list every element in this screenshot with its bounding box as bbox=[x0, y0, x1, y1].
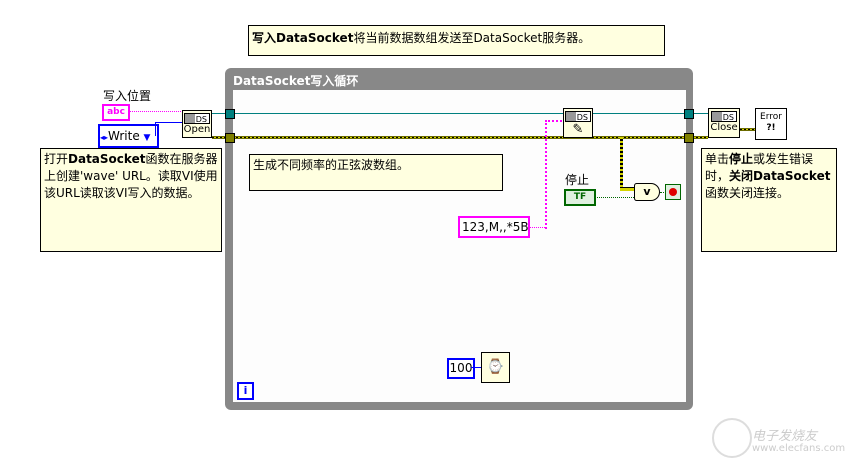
inner-comment: 生成不同频率的正弦波数组。 bbox=[249, 154, 503, 191]
format-string-constant[interactable]: 123,M,,*5B bbox=[458, 216, 530, 238]
ds-icon: DS bbox=[184, 113, 210, 124]
enum-wire bbox=[155, 122, 183, 136]
refnum-wire bbox=[212, 113, 708, 114]
error-handler-node[interactable]: Error?! bbox=[755, 108, 787, 140]
tunnel-refnum-out bbox=[684, 109, 694, 119]
node-label: Open bbox=[183, 124, 211, 135]
wait-ms-constant[interactable]: 100 bbox=[447, 358, 475, 379]
chevron-down-icon: ▼ bbox=[143, 133, 151, 143]
error-branch-wire bbox=[620, 137, 623, 189]
string-wire bbox=[127, 111, 183, 112]
tunnel-error-out bbox=[684, 133, 694, 143]
format-wire bbox=[528, 227, 545, 228]
error-wire bbox=[212, 136, 708, 139]
iteration-terminal: i bbox=[237, 382, 254, 400]
error-icon-symbol: ?! bbox=[766, 123, 776, 133]
comment-text: 将当前数据数组发送至DataSocket服务器。 bbox=[353, 31, 591, 45]
loop-condition-terminal[interactable] bbox=[665, 184, 681, 200]
error-wire-out bbox=[740, 128, 755, 131]
tunnel-refnum-in bbox=[225, 109, 235, 119]
enum-arrows-icon: ◂▸ bbox=[100, 133, 109, 142]
wait-ms-node[interactable]: ⌚ bbox=[481, 352, 510, 383]
comment-bold: 停止 bbox=[729, 152, 754, 166]
mode-enum-constant[interactable]: ◂▸Write ▼ bbox=[98, 124, 159, 148]
clock-icon: ⌚ bbox=[486, 359, 505, 375]
ds-icon: DS bbox=[711, 111, 737, 122]
comment-text: 函数关闭连接。 bbox=[705, 186, 790, 200]
comment-text: 打开 bbox=[44, 152, 69, 166]
format-wire bbox=[545, 120, 565, 229]
datasocket-write-node[interactable]: DS ✎ bbox=[563, 108, 593, 138]
comment-bold: DataSocket bbox=[68, 152, 146, 166]
error-icon: Error bbox=[760, 112, 782, 122]
tunnel-error-in bbox=[225, 133, 235, 143]
string-constant[interactable]: abc bbox=[102, 104, 130, 121]
comment-text: 单击 bbox=[705, 152, 730, 166]
datasocket-close-node[interactable]: DS Close bbox=[708, 108, 740, 138]
bool-wire bbox=[594, 197, 634, 198]
left-comment: 打开DataSocket函数在服务器上创建'wave' URL。读取VI使用该U… bbox=[40, 148, 222, 252]
stop-button-terminal[interactable]: TF bbox=[564, 189, 596, 206]
comment-bold: 写入DataSocket bbox=[252, 31, 354, 45]
top-comment: 写入DataSocket将当前数据数组发送至DataSocket服务器。 bbox=[248, 25, 665, 56]
datasocket-open-node[interactable]: DS Open bbox=[182, 110, 212, 138]
watermark-text: 电子发烧友 bbox=[752, 429, 818, 444]
loop-title: DataSocket写入循环 bbox=[233, 74, 359, 88]
pencil-icon: ✎ bbox=[572, 122, 584, 137]
stop-icon bbox=[669, 188, 677, 196]
ds-icon: DS bbox=[565, 111, 591, 122]
location-label: 写入位置 bbox=[103, 89, 152, 103]
watermark-url: www.elecfans.com bbox=[752, 443, 846, 454]
stop-label: 停止 bbox=[565, 173, 590, 187]
watermark-logo-icon bbox=[712, 418, 752, 458]
node-label: Close bbox=[710, 122, 738, 133]
wait-wire bbox=[471, 367, 481, 368]
right-comment: 单击停止或发生错误时，关闭DataSocket函数关闭连接。 bbox=[701, 148, 837, 252]
or-gate[interactable]: v bbox=[634, 183, 660, 201]
comment-bold: 关闭DataSocket bbox=[729, 169, 831, 183]
